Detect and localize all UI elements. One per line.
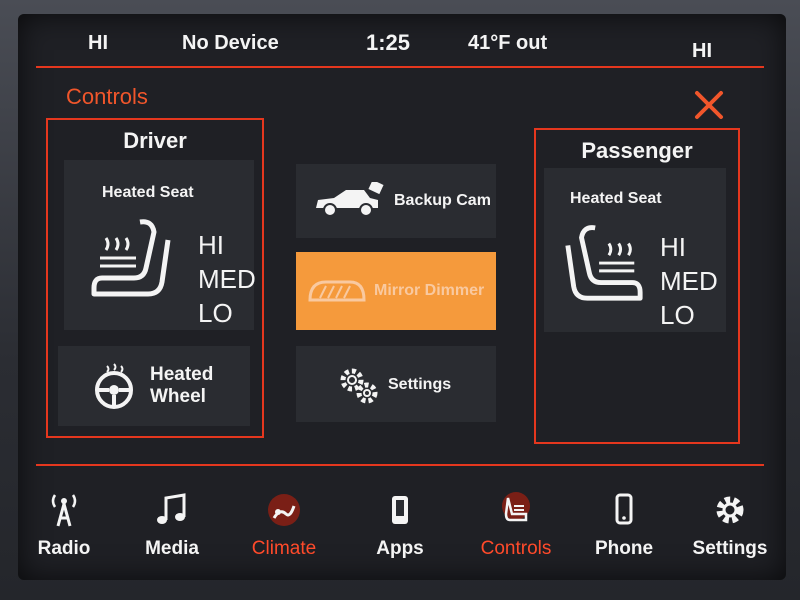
passenger-level-med: MED bbox=[660, 266, 718, 296]
backup-cam-button[interactable]: Backup Cam bbox=[296, 164, 496, 238]
nav-settings-label: Settings bbox=[692, 538, 768, 559]
bottom-nav: Radio Media Climate Apps Controls Phone … bbox=[30, 478, 778, 570]
mirror-dimmer-button[interactable]: Mirror Dimmer bbox=[296, 252, 496, 330]
nav-climate[interactable]: Climate bbox=[236, 478, 332, 570]
backup-cam-label: Backup Cam bbox=[394, 192, 491, 209]
phone-icon bbox=[615, 493, 633, 525]
heated-seat-icon bbox=[91, 219, 171, 297]
music-note-icon bbox=[157, 493, 186, 524]
nav-phone-label: Phone bbox=[594, 538, 654, 559]
status-divider bbox=[36, 66, 764, 68]
mirror-icon bbox=[308, 280, 366, 302]
passenger-level-hi: HI bbox=[660, 232, 686, 262]
left-temp[interactable]: HI bbox=[88, 32, 108, 55]
heated-wheel-icon bbox=[95, 363, 133, 409]
car-camera-icon bbox=[316, 182, 384, 217]
driver-level-med: MED bbox=[198, 264, 256, 294]
nav-controls[interactable]: Controls bbox=[468, 478, 564, 570]
nav-apps-label: Apps bbox=[376, 538, 424, 559]
driver-title: Driver bbox=[123, 128, 187, 153]
outside-temp: 41°F out bbox=[468, 32, 548, 54]
passenger-heated-seat-label: Heated Seat bbox=[570, 190, 662, 207]
passenger-level-lo: LO bbox=[660, 300, 695, 330]
nav-divider bbox=[36, 464, 764, 466]
nav-phone[interactable]: Phone bbox=[576, 478, 672, 570]
close-icon[interactable] bbox=[694, 90, 724, 120]
right-temp[interactable]: HI bbox=[692, 40, 712, 63]
nav-controls-label: Controls bbox=[480, 538, 552, 559]
status-bar: HI No Device 1:25 41°F out HI bbox=[30, 22, 770, 64]
nav-radio[interactable]: Radio bbox=[16, 478, 112, 570]
heated-wheel-button[interactable]: Heated Wheel bbox=[58, 346, 250, 426]
nav-media[interactable]: Media bbox=[124, 478, 220, 570]
radio-tower-icon bbox=[51, 494, 77, 527]
settings-button[interactable]: Settings bbox=[296, 346, 496, 422]
heated-wheel-label-line2: Wheel bbox=[150, 386, 206, 407]
heated-wheel-label-line1: Heated bbox=[150, 364, 214, 385]
nav-settings[interactable]: Settings bbox=[682, 478, 778, 570]
driver-heated-seat-button[interactable]: Heated Seat HI MED LO bbox=[64, 160, 256, 330]
settings-label: Settings bbox=[388, 376, 452, 393]
driver-heated-seat-label: Heated Seat bbox=[102, 184, 194, 201]
passenger-title: Passenger bbox=[581, 138, 693, 163]
nav-apps[interactable]: Apps bbox=[352, 478, 448, 570]
nav-radio-label: Radio bbox=[37, 538, 91, 559]
controls-icon bbox=[502, 492, 530, 522]
driver-panel: Driver Heated Seat HI MED LO Heated Whee… bbox=[46, 118, 264, 438]
gears-icon bbox=[340, 368, 378, 404]
nav-media-label: Media bbox=[145, 538, 199, 559]
passenger-heated-seat-button[interactable]: Heated Seat HI MED LO bbox=[544, 168, 726, 332]
mirror-dimmer-label: Mirror Dimmer bbox=[374, 282, 485, 299]
passenger-panel: Passenger Heated Seat HI MED LO bbox=[534, 128, 740, 444]
clock: 1:25 bbox=[366, 30, 411, 55]
device-status: No Device bbox=[182, 32, 279, 54]
heated-seat-icon bbox=[565, 225, 643, 301]
gear-icon bbox=[716, 496, 744, 524]
nav-climate-label: Climate bbox=[251, 538, 317, 559]
climate-icon bbox=[268, 494, 300, 526]
page-title: Controls bbox=[66, 84, 148, 109]
heated-wheel-label: Heated Wheel bbox=[150, 364, 213, 408]
apps-icon bbox=[392, 496, 408, 524]
driver-level-lo: LO bbox=[198, 298, 233, 328]
driver-level-hi: HI bbox=[198, 230, 224, 260]
